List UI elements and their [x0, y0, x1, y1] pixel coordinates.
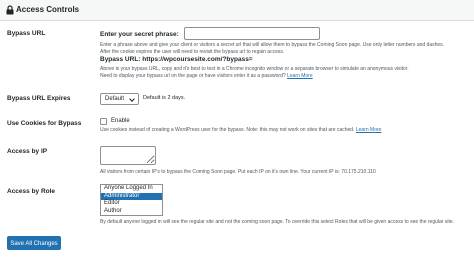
bypass-url-label: Bypass URL: [7, 30, 46, 37]
secret-phrase-label: Enter your secret phrase:: [100, 31, 179, 38]
section-header: Access Controls: [0, 0, 474, 21]
cookies-help-row: Use cookies instead of creating a WordPr…: [100, 126, 381, 134]
bypass-help-2: After the cookie expires the user will n…: [100, 49, 285, 55]
bypass-expires-label: Bypass URL Expires: [7, 95, 71, 102]
role-option-anyone[interactable]: Anyone Logged In: [101, 185, 162, 193]
access-role-label: Access by Role: [7, 188, 56, 195]
access-ip-label: Access by IP: [7, 148, 48, 155]
save-all-changes-button[interactable]: Save All Changes: [7, 236, 61, 250]
cookies-label: Use Cookies for Bypass: [7, 120, 82, 127]
access-role-help: By default anyone logged in will see the…: [100, 219, 455, 225]
bypass-learn-more-link[interactable]: Learn More: [287, 73, 313, 79]
secret-phrase-input[interactable]: [184, 27, 320, 40]
bypass-help-4: Need to display your bypass url on the p…: [100, 73, 286, 79]
cookies-help: Use cookies instead of creating a WordPr…: [100, 127, 355, 133]
role-option-author[interactable]: Author: [101, 208, 162, 216]
role-option-editor[interactable]: Editor: [101, 200, 162, 208]
bypass-help-4-row: Need to display your bypass url on the p…: [100, 72, 313, 80]
bypass-expires-select[interactable]: Default: [100, 93, 139, 105]
enable-cookies-label[interactable]: Enable: [111, 118, 130, 124]
role-option-administrator[interactable]: Administrator: [101, 192, 162, 200]
bypass-expires-selected: Default: [105, 96, 125, 102]
access-ip-help: All visitors from certain IP's to bypass…: [100, 169, 376, 175]
enable-cookies-checkbox[interactable]: [100, 118, 107, 125]
bypass-expires-note: Default is 2 days.: [143, 95, 186, 101]
cookies-learn-more-link[interactable]: Learn More: [356, 127, 382, 133]
access-ip-textarea[interactable]: [100, 146, 156, 165]
lock-icon: [6, 5, 14, 15]
access-role-listbox[interactable]: Anyone Logged In Administrator Editor Au…: [100, 184, 163, 216]
bypass-url-display: Bypass URL: https://wpcoursesite.com/?by…: [100, 56, 253, 63]
chevron-down-icon: [129, 96, 135, 102]
section-title: Access Controls: [16, 5, 80, 14]
